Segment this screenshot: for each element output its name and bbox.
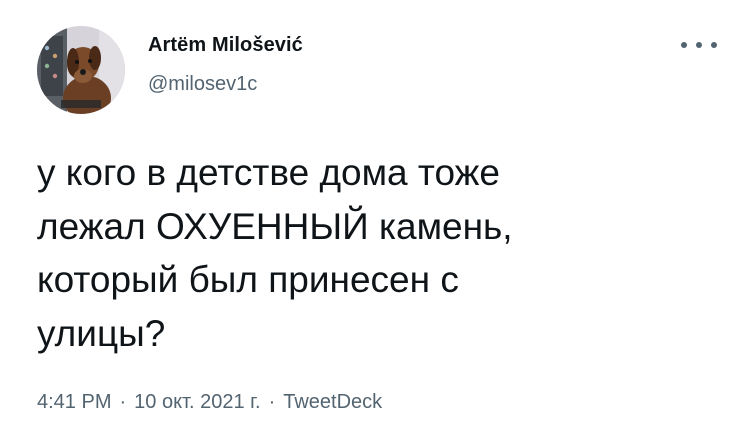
meta-separator: · [119,391,127,413]
more-dot [711,42,717,48]
tweet-card: Artëm Milošević @milosev1c у кого в детс… [0,0,750,444]
more-options-icon[interactable] [681,32,717,58]
tweet-time[interactable]: 4:41 PM [37,391,111,413]
tweet-text: у кого в детстве дома тоже лежал ОХУЕННЫ… [37,152,513,354]
tweet-meta: 4:41 PM · 10 окт. 2021 г. · TweetDeck [37,391,382,414]
meta-separator: · [268,391,276,413]
dog-avatar-icon [37,26,125,114]
more-dot [696,42,702,48]
tweet-source[interactable]: TweetDeck [283,391,382,413]
more-dot [681,42,687,48]
tweet-date[interactable]: 10 окт. 2021 г. [134,391,260,413]
author-handle[interactable]: @milosev1c [148,73,257,96]
author-display-name[interactable]: Artëm Milošević [148,34,303,57]
author-avatar[interactable] [37,26,125,114]
